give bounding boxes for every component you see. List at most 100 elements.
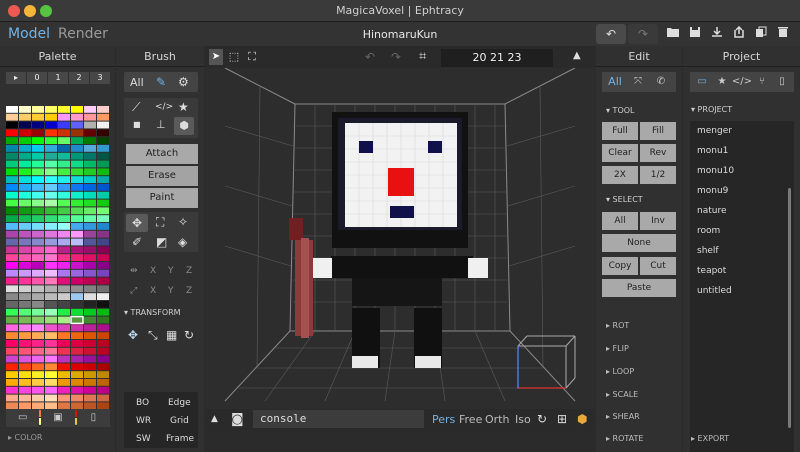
palette-swatch[interactable] [32,308,44,316]
palette-swatch[interactable] [6,324,18,332]
palette-swatch[interactable] [6,301,18,308]
palette-swatch[interactable] [71,308,83,316]
palette-swatch[interactable] [45,160,57,168]
copy-button[interactable]: Copy [602,257,638,275]
palette-swatch[interactable] [32,230,44,238]
transform-scale-icon[interactable]: ⤡ [148,328,158,343]
palette-swatch[interactable] [45,152,57,160]
transform-grid-icon[interactable]: ▦ [166,328,177,342]
palette-swatch[interactable] [19,269,31,277]
palette-swatch[interactable] [84,269,96,277]
palette-swatch[interactable] [32,246,44,254]
palette-swatch[interactable] [97,113,109,121]
palette-tab-2[interactable]: 2 [69,72,89,84]
palette-swatch[interactable] [71,230,83,238]
palette-swatch[interactable] [84,121,96,129]
line-tool-icon[interactable]: ⟋ [132,100,140,115]
palette-swatch[interactable] [97,121,109,129]
voxel-tool-icon[interactable]: ■ [133,120,141,129]
viewport-3d[interactable] [205,46,595,409]
palette-swatch[interactable] [6,113,18,121]
palette-swatch[interactable] [84,199,96,207]
palette-swatch[interactable] [97,223,109,230]
palette-swatch[interactable] [45,121,57,129]
palette-swatch[interactable] [32,394,44,402]
palette-swatch[interactable] [19,254,31,261]
palette-swatch[interactable] [71,262,83,269]
palette-swatch[interactable] [19,277,31,285]
palette-swatch[interactable] [97,191,109,199]
palette-swatch[interactable] [19,340,31,347]
palette-swatch[interactable] [6,355,18,363]
palette-swatch[interactable] [84,254,96,261]
palette-swatch[interactable] [71,293,83,300]
palette-swatch[interactable] [6,332,18,339]
palette-swatch[interactable] [6,191,18,199]
palette-swatch[interactable] [58,355,70,363]
palette-swatch[interactable] [45,254,57,261]
palette-swatch[interactable] [58,199,70,207]
console-input[interactable] [253,410,424,428]
palette-swatch[interactable] [58,137,70,144]
palette-tab-0[interactable]: 0 [27,72,47,84]
edit-tools-button[interactable]: ✆ [650,72,672,92]
palette-swatch[interactable] [58,223,70,230]
palette-swatch[interactable] [71,324,83,332]
palette-swatch[interactable] [58,262,70,269]
palette-swatch[interactable] [19,394,31,402]
palette-swatch[interactable] [84,238,96,246]
palette-swatch[interactable] [58,269,70,277]
axis-align-icon[interactable]: ⤢ [130,286,137,296]
palette-swatch[interactable] [58,238,70,246]
palette-swatch[interactable] [6,262,18,269]
palette-swatch[interactable] [97,293,109,300]
palette-swatch[interactable] [97,238,109,246]
palette-swatch[interactable] [71,121,83,129]
toggle-frame[interactable]: Frame [166,434,194,444]
axis-z-button[interactable]: Z [186,286,192,296]
palette-swatch[interactable] [32,121,44,129]
palette-swatch[interactable] [97,324,109,332]
palette-swatch[interactable] [19,379,31,386]
palette-swatch[interactable] [97,371,109,378]
palette-swatch[interactable] [19,355,31,363]
palette-swatch[interactable] [71,223,83,230]
palette-swatch[interactable] [97,176,109,183]
palette-swatch[interactable] [32,363,44,371]
select-inverse-button[interactable]: Inv [640,212,676,230]
palette-swatch[interactable] [84,277,96,285]
palette-swatch[interactable] [32,293,44,300]
palette-swatch[interactable] [45,145,57,152]
palette-swatch[interactable] [32,184,44,191]
view-mode-free[interactable]: Free [459,413,482,426]
palette-swatch[interactable] [32,254,44,261]
palette-swatch[interactable] [84,113,96,121]
palette-swatch[interactable] [6,121,18,129]
view-mode-pers[interactable]: Pers [432,413,455,426]
palette-swatch[interactable] [84,168,96,176]
palette-swatch[interactable] [84,316,96,324]
palette-swatch[interactable] [45,113,57,121]
view-mode-orth[interactable]: Orth [485,413,509,426]
palette-swatch[interactable] [84,215,96,222]
fill-button[interactable]: Fill [640,122,676,140]
scale-section[interactable]: ▸ SCALE [606,390,638,399]
palette-swatch[interactable] [45,269,57,277]
palette-swatch[interactable] [6,230,18,238]
palette-swatch[interactable] [6,394,18,402]
palette-swatch[interactable] [19,145,31,152]
palette-swatch[interactable] [71,152,83,160]
palette-swatch[interactable] [45,386,57,394]
palette-swatch[interactable] [58,293,70,300]
palette-swatch[interactable] [32,129,44,137]
palette-swatch[interactable] [58,340,70,347]
palette-swatch[interactable] [45,340,57,347]
cut-button[interactable]: Cut [640,257,676,275]
palette-swatch[interactable] [84,223,96,230]
palette-tab-3[interactable]: 3 [90,72,110,84]
palette-swatch[interactable] [32,106,44,113]
project-tree-tab[interactable]: ⑂ [751,72,773,92]
palette-swatch[interactable] [71,355,83,363]
palette-swatch[interactable] [6,184,18,191]
palette-swatch[interactable] [71,277,83,285]
